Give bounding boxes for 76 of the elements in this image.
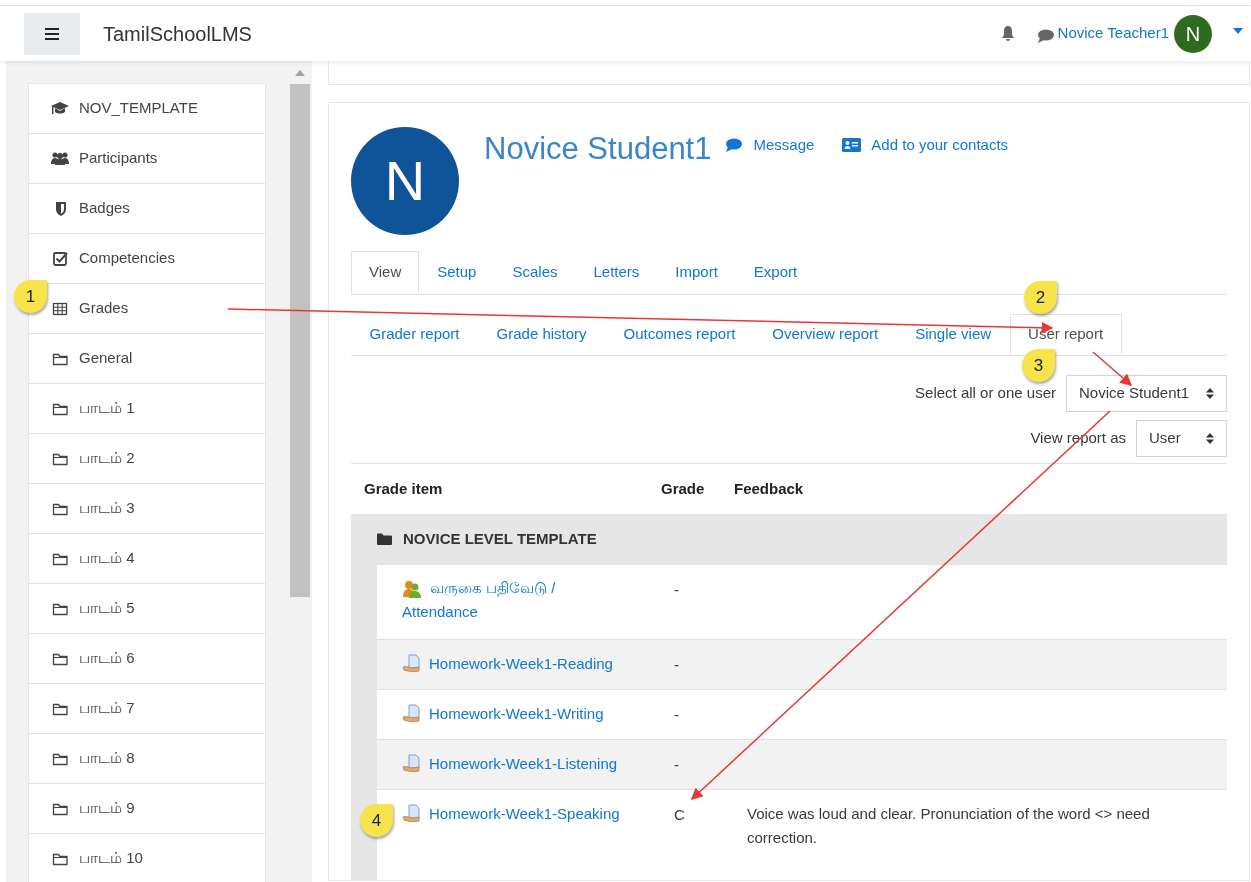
folder-icon <box>377 533 392 545</box>
profile-avatar: N <box>351 127 459 235</box>
people-icon <box>402 580 422 599</box>
column-header: Feedback <box>734 479 804 497</box>
grade-item-link[interactable]: Homework-Week1-Reading <box>429 652 613 676</box>
column-header: Grade item <box>364 479 443 497</box>
sidebar-item[interactable]: NOV_TEMPLATE <box>28 83 266 134</box>
scroll-up-icon[interactable] <box>295 70 305 76</box>
sidebar-item[interactable]: பாடம் 10 <box>28 833 266 882</box>
tab[interactable]: Letters <box>575 251 658 294</box>
address-card-icon <box>842 138 862 153</box>
chat-icon <box>725 138 743 153</box>
site-brand[interactable]: TamilSchoolLMS <box>103 18 252 49</box>
tab[interactable]: Export <box>735 251 816 294</box>
sidebar-item[interactable]: பாடம் 8 <box>28 733 266 784</box>
chat-icon <box>1036 28 1054 43</box>
feedback-text: Voice was loud and clear. Pronunciation of the word <> need correction. <box>747 804 1151 848</box>
table-icon <box>51 300 69 317</box>
sort-arrows-icon <box>1206 433 1214 444</box>
caret-down-icon <box>1233 27 1243 34</box>
subtab[interactable]: Overview report <box>753 314 897 355</box>
subtab[interactable]: Single view <box>896 314 1010 355</box>
document-hand-icon <box>402 754 421 773</box>
document-hand-icon <box>402 804 421 823</box>
grade-item-link[interactable]: Homework-Week1-Speaking <box>429 802 620 826</box>
category-name: NOVICE LEVEL TEMPLATE <box>403 528 597 549</box>
user-avatar[interactable]: N <box>1174 14 1212 53</box>
sort-arrows-icon <box>1206 388 1214 399</box>
checkbox-icon <box>51 250 69 267</box>
sidebar-item[interactable]: பாடம் 6 <box>28 633 266 684</box>
subtab[interactable]: Grade history <box>478 314 606 355</box>
bell-icon <box>1000 25 1015 42</box>
message-link[interactable]: Message <box>725 134 815 157</box>
grade-cell: - <box>674 656 679 673</box>
callout-badge: 3 <box>1022 349 1055 382</box>
grade-item-link[interactable]: Homework-Week1-Writing <box>429 702 604 726</box>
profile-name: Novice Student1 <box>484 130 712 168</box>
document-hand-icon <box>402 704 421 723</box>
sidebar-item[interactable]: பாடம் 1 <box>28 383 266 434</box>
sidebar-item[interactable]: பாடம் 2 <box>28 433 266 484</box>
user-name-link[interactable]: Novice Teacher1 <box>1057 22 1169 45</box>
tab[interactable]: View <box>351 251 420 294</box>
sidebar-item[interactable]: Participants <box>28 133 266 184</box>
grade-cell: - <box>674 706 679 723</box>
sidebar-item[interactable]: பாடம் 7 <box>28 683 266 734</box>
sidebar-item[interactable]: பாடம் 9 <box>28 783 266 834</box>
grade-item-link[interactable]: வருகை பதிவேடு / Attendance <box>402 576 579 624</box>
tab[interactable]: Import <box>657 251 736 294</box>
sidebar-item[interactable]: பாடம் 4 <box>28 533 266 584</box>
sidebar-item[interactable]: General <box>28 333 266 384</box>
sidebar-item[interactable]: பாடம் 5 <box>28 583 266 634</box>
subtab[interactable]: Grader report <box>351 314 479 355</box>
field-label: Select all or one user <box>915 383 1056 404</box>
subtab[interactable]: User report <box>1009 314 1122 355</box>
menu-icon <box>45 27 59 40</box>
people-icon <box>51 150 69 167</box>
select-field[interactable]: Novice Student1 <box>1066 375 1227 412</box>
grade-cell: C <box>674 806 685 823</box>
select-field[interactable]: User <box>1136 420 1227 457</box>
tab[interactable]: Setup <box>419 251 495 294</box>
menu-button[interactable] <box>24 12 80 55</box>
tab[interactable]: Scales <box>494 251 576 294</box>
sidebar-item[interactable]: Competencies <box>28 233 266 284</box>
sidebar-item[interactable]: Badges <box>28 183 266 234</box>
column-header: Grade <box>661 479 705 497</box>
grade-cell: - <box>674 581 679 598</box>
callout-badge: 2 <box>1024 281 1057 314</box>
sidebar-item[interactable]: பாடம் 3 <box>28 483 266 534</box>
graduation-cap-icon <box>51 100 69 117</box>
add-contact-link[interactable]: Add to your contacts <box>842 134 1009 157</box>
annotation-arrow <box>1092 351 1133 386</box>
grade-cell: - <box>674 756 679 773</box>
scrollbar-thumb[interactable] <box>290 84 310 597</box>
document-hand-icon <box>402 654 421 673</box>
grade-item-link[interactable]: Homework-Week1-Listening <box>429 752 618 776</box>
subtab[interactable]: Outcomes report <box>605 314 754 355</box>
